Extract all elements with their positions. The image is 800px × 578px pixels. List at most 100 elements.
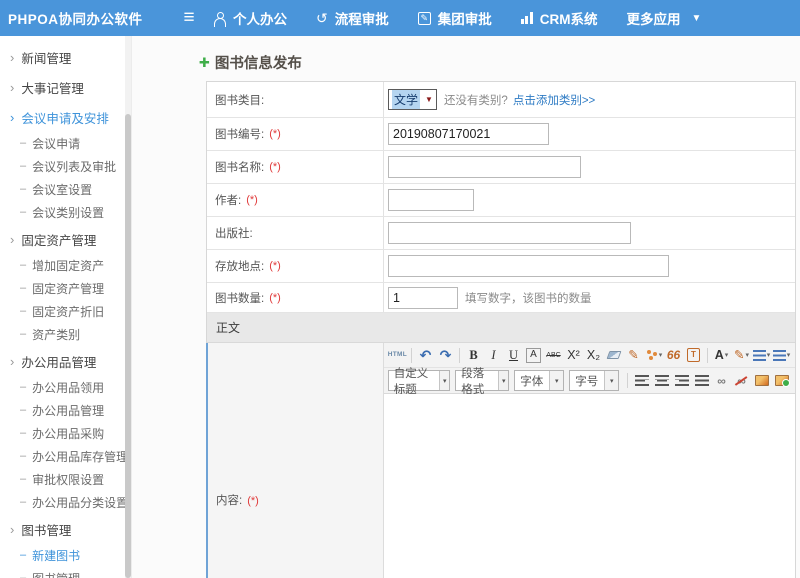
field-label: 图书类目: [215,92,264,108]
paste-text-icon[interactable]: T [684,345,703,365]
form-row-author: 作者:(*) [207,184,795,217]
sidebar-label: 增加固定资产 [32,257,104,274]
format-painter-icon[interactable]: ✎ [624,345,643,365]
dash-icon: – [20,451,26,462]
form-row-content: 内容:(*) HTML ↶ ↷ B I U A [206,343,795,578]
nav-personal-office[interactable]: 个人办公 [213,8,287,28]
underline-button[interactable]: U [504,345,523,365]
custom-heading-select[interactable]: 自定义标题▾ [388,370,451,391]
field-label: 图书数量: [215,290,264,306]
hamburger-menu-icon[interactable]: ≡ [175,7,203,29]
dash-icon: – [20,161,26,172]
sidebar-item-supplies-inventory[interactable]: –办公用品库存管理 [0,445,131,468]
font-family-select[interactable]: 字体▾ [514,370,564,391]
sidebar-item-meeting-apply[interactable]: –会议申请 [0,132,131,155]
sidebar-item-approval-permission[interactable]: –审批权限设置 [0,468,131,491]
sidebar-item-events-mgmt[interactable]: ›大事记管理 [0,72,131,102]
sidebar-label: 图书管理 [21,520,71,539]
required-mark: (*) [269,128,281,140]
sidebar-item-meeting-request[interactable]: ›会议申请及安排 [0,102,131,132]
sidebar-item-asset-depreciation[interactable]: –固定资产折旧 [0,300,131,323]
nav-workflow-approval[interactable]: ↺ 流程审批 [316,8,389,28]
sidebar-item-asset-manage[interactable]: –固定资产管理 [0,277,131,300]
sidebar-item-meeting-category[interactable]: –会议类别设置 [0,201,131,224]
dash-icon: – [20,184,26,195]
quantity-input[interactable] [388,287,458,309]
editor-canvas[interactable] [384,394,795,578]
publisher-input[interactable] [388,222,631,244]
sidebar-item-supplies-mgmt[interactable]: ›办公用品管理 [0,346,131,376]
book-name-input[interactable] [388,156,581,178]
bold-button[interactable]: B [464,345,483,365]
sidebar-item-book-new[interactable]: –新建图书 [0,544,131,567]
category-select[interactable]: 文学 ▼ [388,89,437,110]
sidebar-item-asset-category[interactable]: –资产类别 [0,323,131,346]
dash-icon: – [20,207,26,218]
blockquote-button[interactable]: 66 [664,345,683,365]
strikethrough-button[interactable]: ABC [544,345,563,365]
dash-icon: – [20,138,26,149]
subscript-button[interactable]: X₂ [584,345,603,365]
chevron-down-icon[interactable]: ▼ [691,13,701,24]
undo-icon[interactable]: ↶ [416,345,435,365]
nav-crm-system[interactable]: CRM系统 [521,8,598,28]
sidebar-item-supplies-classify[interactable]: –办公用品分类设置 [0,491,131,514]
select-caret-icon: ▼ [425,95,433,104]
required-mark: (*) [247,495,259,507]
sidebar-item-asset-add[interactable]: –增加固定资产 [0,254,131,277]
required-mark: (*) [269,161,281,173]
insert-link-icon[interactable]: ∞ [712,371,731,391]
sidebar-item-supplies-purchase[interactable]: –办公用品采购 [0,422,131,445]
sidebar-item-news-mgmt[interactable]: ›新闻管理 [0,42,131,72]
ordered-list-icon[interactable]: ▾ [752,345,771,365]
sidebar-item-supplies-claim[interactable]: –办公用品领用 [0,376,131,399]
sidebar-item-book-mgmt[interactable]: ›图书管理 [0,514,131,544]
superscript-button[interactable]: X² [564,345,583,365]
book-number-input[interactable] [388,123,549,145]
add-category-link[interactable]: 点击添加类别>> [513,92,595,108]
align-center-icon[interactable] [652,371,671,391]
html-source-button[interactable]: HTML [388,345,407,365]
sidebar-label: 资产类别 [32,326,80,343]
paragraph-format-select[interactable]: 段落格式▾ [455,370,509,391]
sidebar-label: 会议类别设置 [32,204,104,221]
auto-typeset-icon[interactable]: ▾ [644,345,663,365]
sidebar-label: 图书管理 [32,570,80,578]
select-caret-icon: ▾ [549,371,563,390]
app-logo: PHPOA协同办公软件 [0,8,175,28]
sidebar-item-book-manage[interactable]: –图书管理 [0,567,131,578]
sidebar-label: 会议申请及安排 [21,108,109,127]
author-input[interactable] [388,189,474,211]
font-color-button[interactable]: A▾ [712,345,731,365]
sidebar-label: 固定资产管理 [32,280,104,297]
italic-button[interactable]: I [484,345,503,365]
required-mark: (*) [246,194,258,206]
dash-icon: – [20,382,26,393]
align-left-icon[interactable] [632,371,651,391]
insert-image-icon[interactable] [752,371,771,391]
bar-chart-icon [521,12,533,24]
quantity-hint: 填写数字，该图书的数量 [465,290,592,306]
form-row-book-number: 图书编号: (*) [207,118,795,151]
sidebar-item-asset-mgmt[interactable]: ›固定资产管理 [0,224,131,254]
unordered-list-icon[interactable]: ▾ [772,345,791,365]
sidebar-item-meeting-list[interactable]: –会议列表及审批 [0,155,131,178]
redo-icon[interactable]: ↷ [436,345,455,365]
font-style-box-icon[interactable]: A [526,348,541,363]
align-justify-icon[interactable] [692,371,711,391]
remove-link-icon[interactable]: ∞ [732,371,751,391]
highlight-pen-icon[interactable]: ✎▾ [732,345,751,365]
sidebar-item-supplies-manage[interactable]: –办公用品管理 [0,399,131,422]
nav-group-approval[interactable]: ✎ 集团审批 [418,8,492,28]
align-right-icon[interactable] [672,371,691,391]
insert-image-upload-icon[interactable] [772,371,791,391]
history-clock-icon: ↺ [316,11,328,25]
select-caret-icon: ▾ [604,371,618,390]
eraser-icon[interactable] [604,345,623,365]
sidebar-item-meeting-room[interactable]: –会议室设置 [0,178,131,201]
dash-icon: – [20,428,26,439]
nav-more-apps[interactable]: 更多应用 [626,8,680,28]
location-input[interactable] [388,255,669,277]
field-label: 图书编号: [215,126,264,142]
font-size-select[interactable]: 字号▾ [569,370,619,391]
